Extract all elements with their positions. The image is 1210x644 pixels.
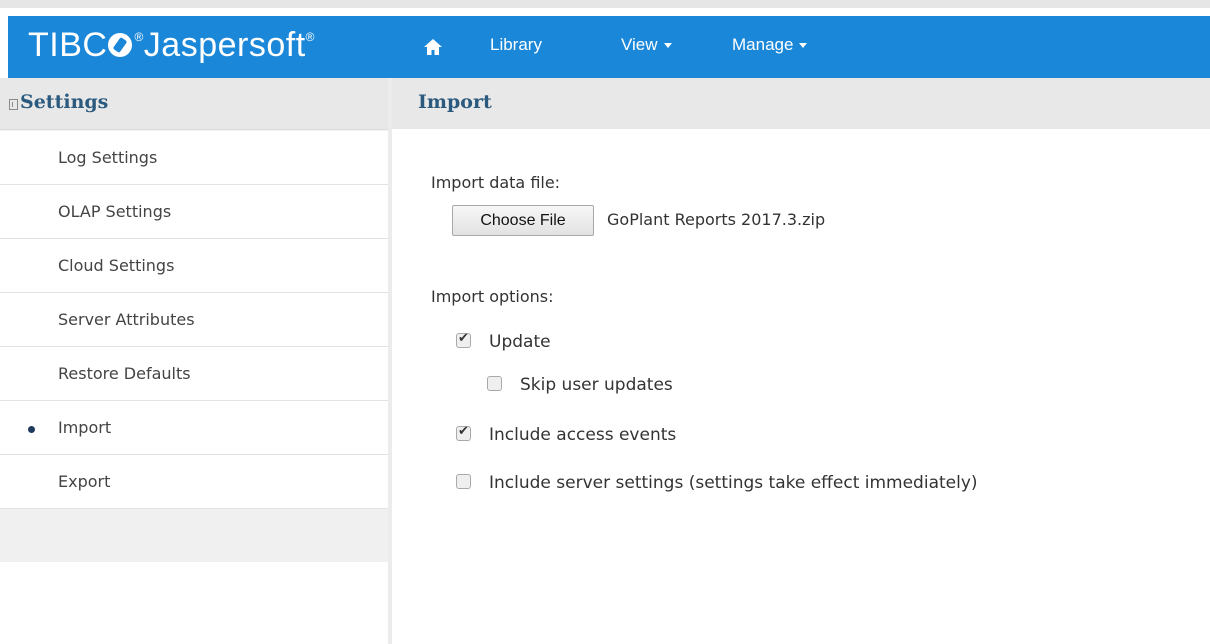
import-options-label: Import options: (431, 287, 554, 306)
nav-view-menu[interactable]: View (621, 35, 672, 55)
selected-bullet-icon (28, 426, 35, 433)
sidebar-item-label: Export (58, 472, 111, 491)
sidebar-item-label: Log Settings (58, 148, 158, 167)
sidebar-item-cloud-settings[interactable]: Cloud Settings (0, 239, 388, 293)
include-server-settings-label: Include server settings (settings take e… (489, 473, 978, 493)
choose-file-button[interactable]: Choose File (452, 205, 594, 236)
sidebar-header: Settings (0, 78, 388, 130)
chevron-down-icon (663, 43, 672, 49)
sidebar-item-restore-defaults[interactable]: Restore Defaults (0, 347, 388, 401)
sidebar-item-label: Server Attributes (58, 310, 195, 329)
sidebar-item-label: OLAP Settings (58, 202, 172, 221)
include-server-settings-checkbox[interactable] (456, 474, 471, 489)
sidebar-item-server-attributes[interactable]: Server Attributes (0, 293, 388, 347)
logo-trademark: ® (305, 30, 315, 44)
sidebar-title: Settings (20, 91, 109, 113)
logo-registered-mark: ® (134, 30, 144, 44)
sidebar-item-export[interactable]: Export (0, 455, 388, 509)
sidebar-item-label: Cloud Settings (58, 256, 175, 275)
update-checkbox[interactable] (456, 331, 471, 348)
panel-divider[interactable] (388, 78, 392, 644)
sidebar-item-label: Import (58, 418, 112, 437)
sidebar-item-olap-settings[interactable]: OLAP Settings (0, 185, 388, 239)
selected-file-name: GoPlant Reports 2017.3.zip (607, 210, 826, 229)
logo-text-jaspersoft: Jaspersoft (143, 26, 306, 64)
main-header: Import (392, 78, 1210, 129)
nav-manage-menu[interactable]: Manage (732, 35, 808, 55)
sidebar-item-import[interactable]: Import (0, 401, 388, 455)
import-data-file-label: Import data file: (431, 173, 561, 192)
settings-sidebar: Settings Log Settings OLAP Settings Clou… (0, 78, 388, 644)
update-checkbox-label: Update (489, 332, 551, 352)
nav-view-label: View (621, 35, 658, 54)
nav-manage-label: Manage (732, 35, 794, 54)
chevron-down-icon (799, 43, 808, 49)
include-access-events-label: Include access events (489, 425, 677, 445)
sidebar-item-log-settings[interactable]: Log Settings (0, 131, 388, 185)
nav-library[interactable]: Library (490, 35, 542, 55)
logo-mark-icon (108, 33, 133, 57)
home-icon[interactable] (422, 36, 444, 58)
logo-text: TIBC (28, 26, 108, 64)
collapse-panel-icon[interactable] (9, 99, 18, 110)
sidebar-item-label: Restore Defaults (58, 364, 191, 383)
sidebar-spacer (0, 509, 388, 562)
sidebar-list: Log Settings OLAP Settings Cloud Setting… (0, 131, 388, 531)
skip-user-updates-label: Skip user updates (520, 375, 673, 395)
page-title: Import (418, 91, 492, 113)
top-navbar: TIBC ®Jaspersoft® Library View Manage (8, 16, 1210, 78)
skip-user-updates-checkbox[interactable] (487, 376, 502, 391)
tibco-jaspersoft-logo[interactable]: TIBC ®Jaspersoft® (28, 26, 315, 65)
sidebar-bottom (0, 562, 388, 644)
include-access-events-checkbox[interactable] (456, 424, 471, 441)
top-strip (0, 0, 1210, 8)
